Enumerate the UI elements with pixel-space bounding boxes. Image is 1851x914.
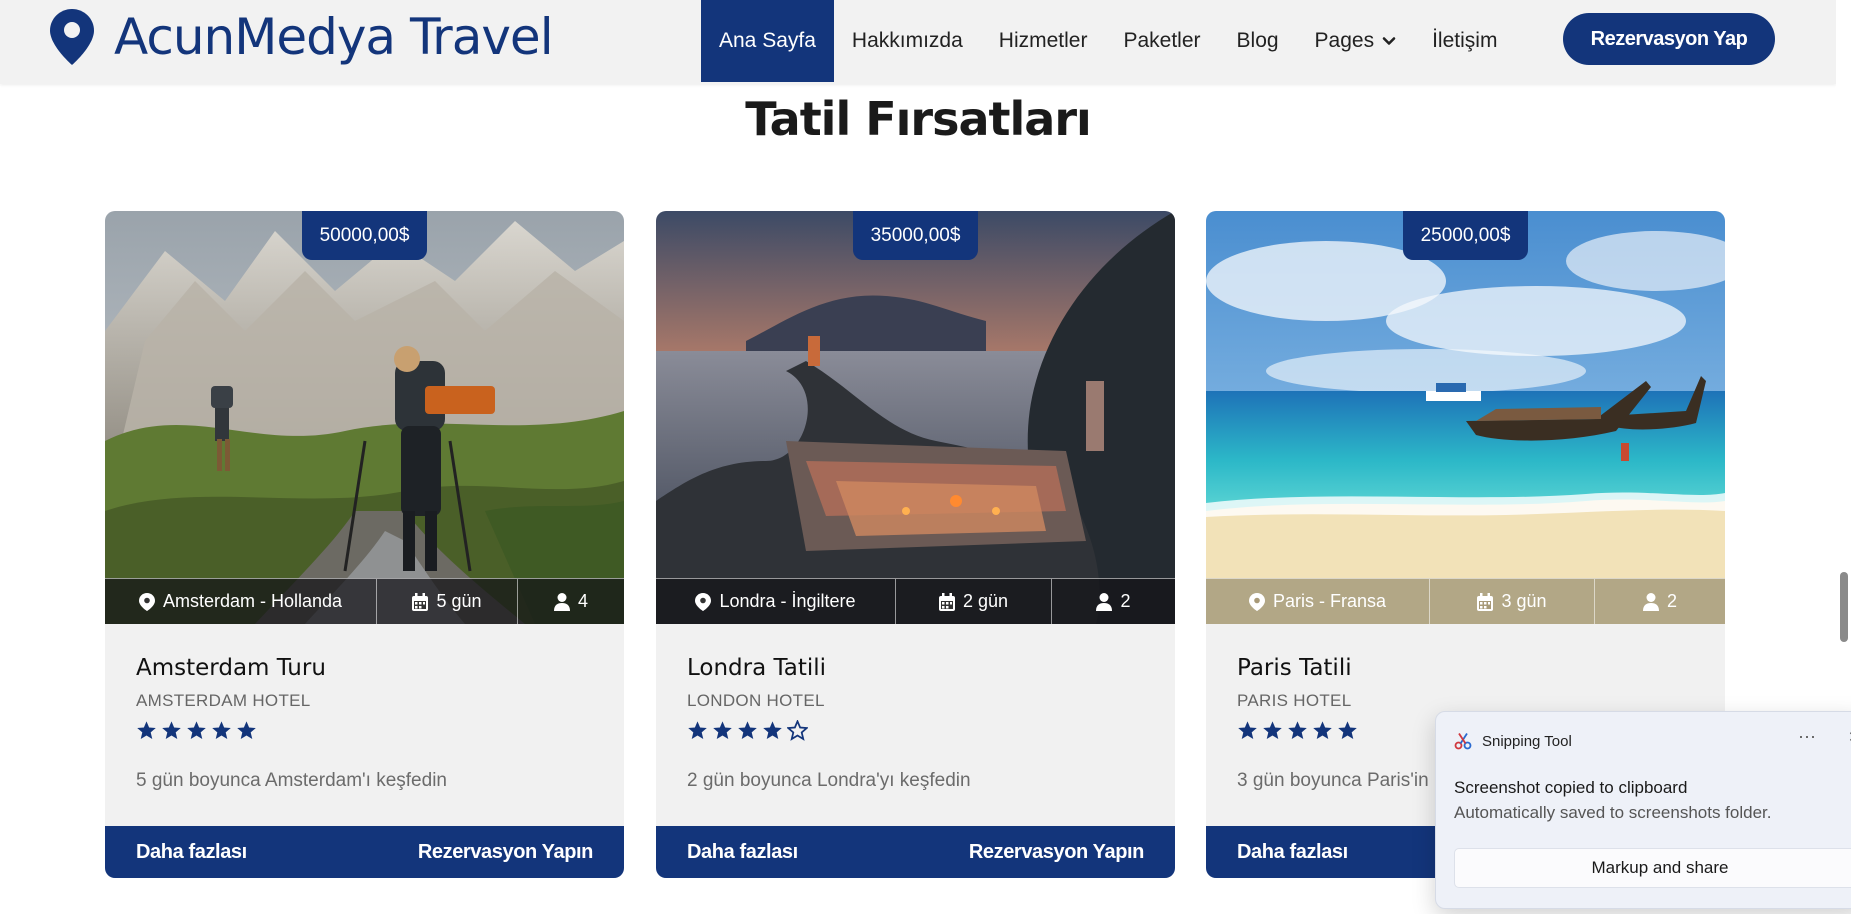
hotel-name: LONDON HOTEL xyxy=(687,691,825,710)
markup-and-share-button[interactable]: Markup and share xyxy=(1454,848,1851,888)
map-pin-icon xyxy=(695,592,712,611)
nav-item-home[interactable]: Ana Sayfa xyxy=(701,0,834,82)
package-description: 5 gün boyunca Amsterdam'ı keşfedin xyxy=(136,770,447,791)
duration-text: 5 gün xyxy=(436,591,482,611)
star-filled-icon xyxy=(237,721,256,739)
duration-cell: 3 gün xyxy=(1430,578,1595,624)
package-name: Londra Tatili xyxy=(687,655,827,681)
package-card: 35000,00$ Londra - İngiltere 2 gün 2 Lon… xyxy=(656,211,1175,878)
nav-item-services[interactable]: Hizmetler xyxy=(981,0,1106,82)
star-filled-icon xyxy=(1288,721,1307,739)
section-title: Tatil Fırsatları xyxy=(745,92,1092,146)
star-rating xyxy=(1237,720,1362,741)
person-icon xyxy=(553,592,570,611)
person-icon xyxy=(1642,592,1659,611)
duration-text: 2 gün xyxy=(962,591,1009,611)
package-name: Paris Tatili xyxy=(1237,655,1352,681)
scrollbar-thumb[interactable] xyxy=(1840,572,1848,642)
more-link[interactable]: Daha fazlası xyxy=(1237,841,1348,864)
persons-cell: 4 xyxy=(518,578,624,624)
package-description: 3 gün boyunca Paris'in xyxy=(1237,770,1429,791)
package-description: 2 gün boyunca Londra'yı keşfedin xyxy=(687,770,971,791)
card-footer: Daha fazlası Rezervasyon Yapın xyxy=(656,826,1175,878)
location-cell: Paris - Fransa xyxy=(1206,578,1430,624)
star-rating xyxy=(687,720,812,741)
star-empty-icon xyxy=(787,720,808,741)
location-text: Paris - Fransa xyxy=(1272,591,1387,611)
persons-cell: 2 xyxy=(1052,578,1175,624)
duration-cell: 2 gün xyxy=(896,578,1052,624)
calendar-icon xyxy=(1477,592,1494,611)
star-filled-icon xyxy=(187,721,206,739)
location-text: Londra - İngiltere xyxy=(719,591,856,611)
card-footer: Daha fazlası Rezervasyon Yapın xyxy=(105,826,624,878)
chevron-down-icon xyxy=(1382,37,1396,45)
persons-text: 2 xyxy=(1666,591,1677,611)
package-photo xyxy=(656,211,1175,624)
persons-cell: 2 xyxy=(1595,578,1725,624)
nav-item-blog[interactable]: Blog xyxy=(1219,0,1297,82)
person-icon xyxy=(1096,592,1113,611)
package-photo xyxy=(1206,211,1725,624)
price-badge: 25000,00$ xyxy=(1403,211,1528,260)
nav-item-contact[interactable]: İletişim xyxy=(1414,0,1515,82)
map-pin-icon xyxy=(50,9,94,65)
package-meta-bar: Paris - Fransa 3 gün 2 xyxy=(1206,578,1725,624)
package-card: 50000,00$ Amsterdam - Hollanda 5 gün 4 A… xyxy=(105,211,624,878)
price-badge: 50000,00$ xyxy=(302,211,427,260)
scissors-icon xyxy=(1454,733,1472,750)
calendar-icon xyxy=(938,592,955,611)
book-link[interactable]: Rezervasyon Yapın xyxy=(418,841,594,864)
more-options-icon[interactable]: ··· xyxy=(1798,726,1816,747)
star-filled-icon xyxy=(763,721,782,739)
nav-item-about[interactable]: Hakkımızda xyxy=(834,0,981,82)
calendar-icon xyxy=(412,592,429,611)
main-nav: Ana Sayfa Hakkımızda Hizmetler Paketler … xyxy=(701,0,1515,82)
reservation-button[interactable]: Rezervasyon Yap xyxy=(1563,13,1775,65)
duration-text: 3 gün xyxy=(1501,591,1547,611)
star-filled-icon xyxy=(688,721,707,739)
hotel-name: AMSTERDAM HOTEL xyxy=(136,691,311,710)
star-filled-icon xyxy=(1313,721,1332,739)
package-meta-bar: Londra - İngiltere 2 gün 2 xyxy=(656,578,1175,624)
star-filled-icon xyxy=(713,721,732,739)
map-pin-icon xyxy=(1248,592,1265,611)
package-meta-bar: Amsterdam - Hollanda 5 gün 4 xyxy=(105,578,624,624)
star-filled-icon xyxy=(738,721,757,739)
package-name: Amsterdam Turu xyxy=(136,655,326,681)
star-filled-icon xyxy=(1238,721,1257,739)
star-rating xyxy=(136,720,261,741)
star-filled-icon xyxy=(137,721,156,739)
toast-title: Screenshot copied to clipboard xyxy=(1454,778,1688,797)
price-badge: 35000,00$ xyxy=(853,211,978,260)
snipping-tool-notification[interactable]: Snipping Tool ··· ✕ Screenshot copied to… xyxy=(1435,711,1851,909)
toast-app-header: Snipping Tool xyxy=(1454,732,1572,750)
toast-app-name: Snipping Tool xyxy=(1482,732,1572,750)
star-filled-icon xyxy=(1338,721,1357,739)
brand-logo[interactable]: AcunMedya Travel xyxy=(50,8,554,66)
hotel-name: PARIS HOTEL xyxy=(1237,691,1352,710)
location-cell: Londra - İngiltere xyxy=(656,578,896,624)
location-text: Amsterdam - Hollanda xyxy=(162,591,343,611)
map-pin-icon xyxy=(138,592,155,611)
top-navbar: AcunMedya Travel Ana Sayfa Hakkımızda Hi… xyxy=(0,0,1836,84)
star-filled-icon xyxy=(1263,721,1282,739)
brand-name: AcunMedya Travel xyxy=(114,8,554,66)
star-filled-icon xyxy=(162,721,181,739)
package-photo xyxy=(105,211,624,624)
persons-text: 2 xyxy=(1120,591,1131,611)
book-link[interactable]: Rezervasyon Yapın xyxy=(969,841,1145,864)
more-link[interactable]: Daha fazlası xyxy=(136,841,247,864)
duration-cell: 5 gün xyxy=(377,578,518,624)
toast-subtitle: Automatically saved to screenshots folde… xyxy=(1454,803,1772,822)
nav-item-packages[interactable]: Paketler xyxy=(1105,0,1218,82)
nav-item-pages[interactable]: Pages xyxy=(1297,0,1415,82)
more-link[interactable]: Daha fazlası xyxy=(687,841,798,864)
nav-item-pages-label: Pages xyxy=(1314,29,1375,52)
persons-text: 4 xyxy=(577,591,588,611)
star-filled-icon xyxy=(212,721,231,739)
location-cell: Amsterdam - Hollanda xyxy=(105,578,377,624)
